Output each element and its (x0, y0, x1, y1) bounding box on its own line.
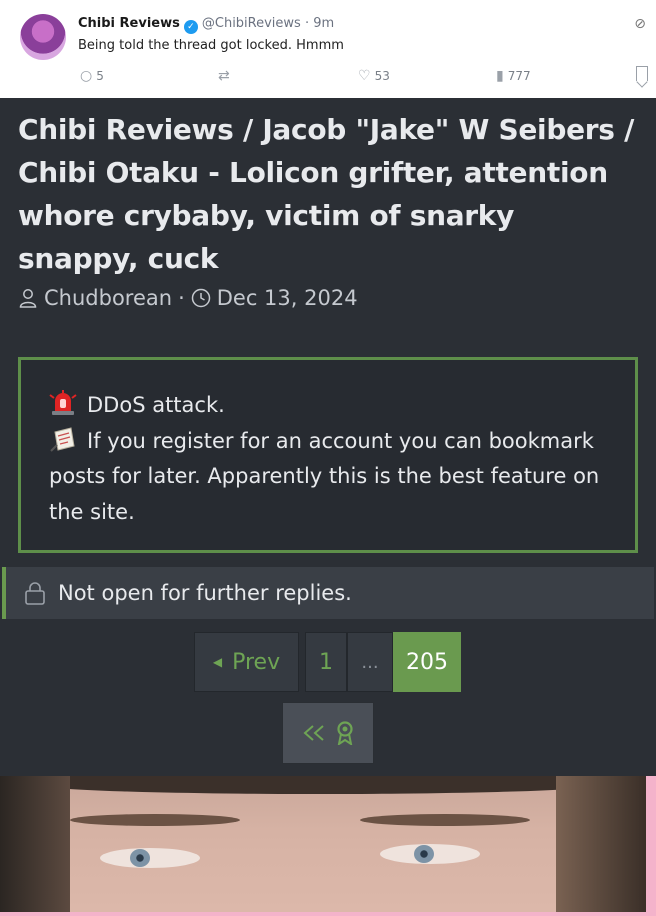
verified-icon: ✓ (183, 20, 198, 34)
locked-text: Not open for further replies. (58, 581, 352, 605)
avatar[interactable] (20, 14, 66, 60)
clock-icon (191, 288, 210, 308)
tweet-text: Being told the thread got locked. Hmmm (78, 38, 344, 53)
reply-count: 5 (96, 69, 104, 83)
notice-ddos-text: DDoS attack. (87, 393, 225, 417)
notice-register-text: If you register for an account you can b… (49, 428, 600, 524)
bookmark-icon[interactable] (636, 66, 648, 81)
like-action[interactable]: ♡ 53 (358, 68, 390, 84)
jump-first-unread-button[interactable] (282, 702, 374, 764)
retweet-action[interactable]: ⇄ (218, 68, 234, 84)
page-1-button[interactable]: 1 (305, 632, 347, 692)
memo-icon (50, 426, 75, 452)
face-photo (0, 776, 656, 916)
user-icon (19, 289, 37, 308)
siren-icon (49, 390, 77, 415)
grok-icon[interactable]: ⊘ (634, 16, 646, 32)
reply-icon: ○ (80, 68, 93, 84)
embedded-tweet: Chibi Reviews ✓ @ChibiReviews · 9m ⊘ Being… (0, 0, 656, 98)
like-icon: ♡ (358, 68, 371, 84)
retweet-icon: ⇄ (218, 68, 230, 84)
thread-author[interactable]: Chudborean (44, 286, 172, 310)
views-count: 777 (507, 69, 531, 83)
face-image (0, 776, 646, 912)
tweet-display-name[interactable]: Chibi Reviews (78, 16, 180, 31)
prev-label: Prev (232, 649, 281, 675)
views-icon: ▮ (496, 68, 504, 84)
ribbon-icon (337, 721, 353, 745)
notice-line-register: If you register for an account you can b… (49, 424, 607, 531)
thread-title: Chibi Reviews / Jacob "Jake" W Seibers /… (18, 113, 635, 275)
prev-page-button[interactable]: ◀ Prev (194, 632, 299, 692)
like-count: 53 (374, 69, 390, 83)
meta-separator: · (178, 286, 185, 310)
thread-meta: Chudborean · Dec 13, 2024 (18, 286, 358, 310)
tweet-header: Chibi Reviews ✓ @ChibiReviews · 9m (78, 16, 334, 34)
page-jump-ellipsis[interactable]: ... (347, 632, 393, 692)
rewind-icon (303, 725, 324, 741)
site-notice: DDoS attack. If you register for an acco… (18, 357, 638, 553)
lock-icon (25, 582, 45, 605)
page-205-button[interactable]: 205 (393, 632, 461, 692)
views-action[interactable]: ▮ 777 (496, 68, 531, 84)
reply-action[interactable]: ○ 5 (80, 68, 104, 84)
thread-locked-banner: Not open for further replies. (2, 567, 654, 619)
thread-date[interactable]: Dec 13, 2024 (217, 286, 358, 310)
notice-line-ddos: DDoS attack. (49, 388, 607, 424)
caret-left-icon: ◀ (212, 655, 223, 669)
tweet-handle-time: @ChibiReviews · 9m (201, 16, 335, 31)
